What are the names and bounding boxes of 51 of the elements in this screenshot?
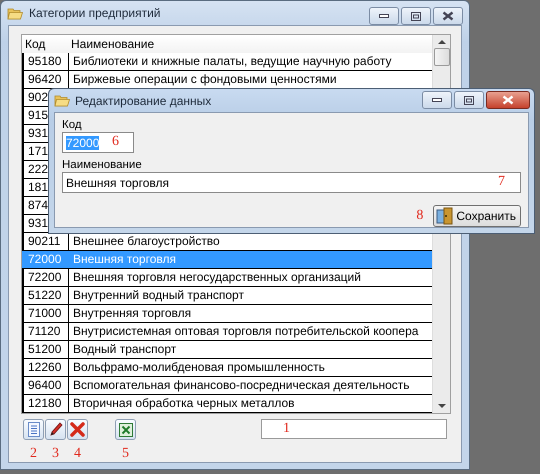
annotation-number: 3 — [52, 446, 59, 462]
delete-button[interactable] — [67, 419, 88, 440]
folder-icon — [54, 94, 70, 107]
table-row[interactable]: 72200 Внешняя торговля негосударственных организаций — [22, 269, 432, 287]
edit-button[interactable] — [45, 419, 66, 440]
scroll-thumb[interactable] — [434, 48, 450, 66]
close-icon — [442, 11, 454, 21]
annotation-number: 4 — [74, 446, 81, 462]
table-row[interactable]: 12180 Вторичная обработка черных металлов — [22, 395, 432, 413]
column-header[interactable]: Наименование — [68, 37, 432, 51]
dialog-title: Редактирование данных — [75, 94, 212, 108]
table-row[interactable]: 51200 Водный транспорт — [22, 341, 432, 359]
save-button[interactable]: Сохранить — [433, 205, 521, 227]
close-icon — [502, 95, 514, 105]
excel-button[interactable] — [115, 419, 136, 440]
maximize-button[interactable] — [401, 7, 431, 25]
table-cell: 12180 — [22, 395, 68, 412]
table-row[interactable]: 12260 Вольфрамо-молибденовая промышленность — [22, 359, 432, 377]
delete-icon — [70, 422, 85, 437]
document-icon — [28, 422, 40, 437]
annotation-number: 2 — [30, 446, 37, 462]
minimize-icon — [379, 14, 389, 18]
table-row[interactable]: 71000 Внутренняя торговля — [22, 305, 432, 323]
minimize-button[interactable] — [422, 91, 452, 109]
table-row[interactable]: 71120 Внутрисистемная оптовая торговля потребительской коопера — [22, 323, 432, 341]
maximize-icon — [464, 96, 474, 104]
scroll-up-icon[interactable] — [438, 39, 446, 44]
close-button[interactable] — [433, 7, 463, 25]
table-row[interactable]: 95180 Библиотеки и книжные палаты, ведущие научную работу — [22, 53, 432, 71]
close-button[interactable] — [486, 91, 530, 109]
annotation-number: 1 — [283, 421, 290, 437]
minimize-icon — [432, 98, 442, 102]
folder-icon — [7, 6, 23, 20]
annotation-number: 8 — [416, 208, 424, 224]
table-row[interactable]: 90211 Внешнее благоустройство — [22, 233, 432, 251]
annotation-number: 7 — [498, 174, 505, 190]
annotation-number: 5 — [122, 446, 129, 462]
table-row[interactable]: 96400 Вспомогательная финансово-посредническая деятельность — [22, 377, 432, 395]
maximize-button[interactable] — [454, 91, 484, 109]
annotation-number: 6 — [112, 134, 119, 150]
pencil-icon — [48, 422, 62, 437]
maximize-icon — [411, 12, 421, 20]
add-button[interactable] — [23, 419, 44, 440]
door-icon — [436, 207, 454, 225]
search-field[interactable]: 1 — [261, 419, 447, 439]
spreadsheet-icon — [118, 422, 132, 436]
column-header[interactable]: Код — [22, 37, 68, 51]
window-title: Категории предприятий — [29, 6, 162, 20]
scroll-down-icon[interactable] — [438, 404, 446, 409]
minimize-button[interactable] — [369, 7, 399, 25]
table-row[interactable]: 51220 Внутренний водный транспорт — [22, 287, 432, 305]
